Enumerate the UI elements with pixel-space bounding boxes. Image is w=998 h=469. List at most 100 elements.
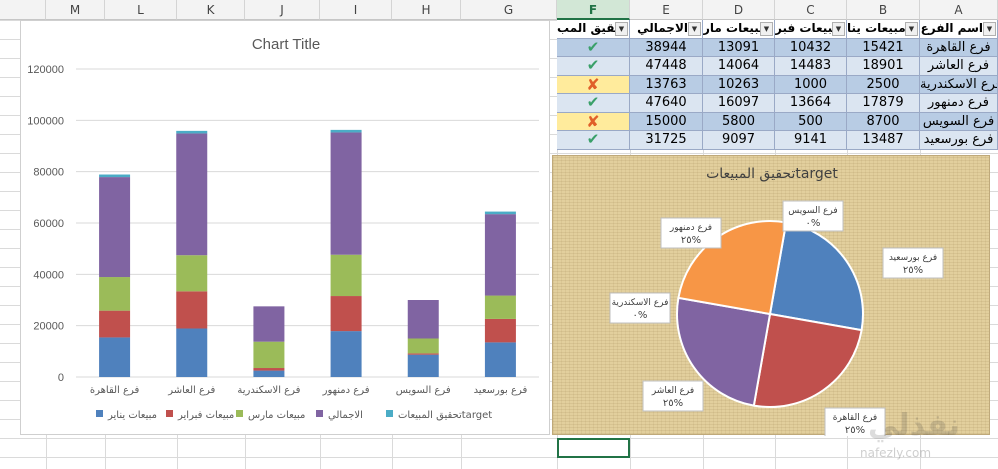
column-header-l[interactable]: L: [105, 0, 177, 20]
dropdown-arrow-icon[interactable]: ▼: [905, 22, 918, 36]
column-header-b[interactable]: B: [847, 0, 920, 20]
check-mark-icon: ✔: [586, 57, 600, 74]
february-cell[interactable]: 10432: [775, 38, 847, 57]
pie-label-name: فرع السويس: [788, 206, 837, 216]
bar-segment: [99, 177, 131, 278]
legend-swatch: [316, 410, 323, 417]
column-header-k[interactable]: K: [177, 0, 245, 20]
january-cell[interactable]: 17879: [847, 94, 920, 113]
pie-title: تحقيق المبيعاتtarget: [706, 166, 838, 182]
pie-label-value: ٠%: [806, 218, 821, 229]
corner-cell[interactable]: [0, 0, 46, 20]
table-header-cell[interactable]: الاجمالي ▼: [630, 20, 703, 39]
check-mark-icon: ✔: [586, 38, 600, 56]
branch-name-cell[interactable]: فرع القاهرة: [920, 38, 998, 57]
selected-cell[interactable]: [557, 438, 630, 458]
dropdown-arrow-icon[interactable]: ▼: [832, 22, 845, 36]
dropdown-arrow-icon[interactable]: ▼: [760, 22, 773, 36]
column-header-c[interactable]: C: [775, 0, 847, 20]
cross-mark-icon: ✘: [586, 75, 600, 94]
january-cell[interactable]: 15421: [847, 38, 920, 57]
january-cell[interactable]: 2500: [847, 75, 920, 94]
total-cell[interactable]: 15000: [630, 112, 703, 131]
column-header-f[interactable]: F: [557, 0, 630, 20]
bar-segment: [407, 300, 439, 339]
column-header-m[interactable]: M: [46, 0, 105, 20]
march-cell[interactable]: 14064: [703, 57, 775, 76]
march-cell[interactable]: 10263: [703, 75, 775, 94]
cross-mark-icon: ✘: [586, 112, 600, 131]
total-cell[interactable]: 13763: [630, 75, 703, 94]
bar-segment: [330, 296, 362, 332]
status-cell[interactable]: ✘: [557, 112, 630, 131]
march-cell[interactable]: 9097: [703, 131, 775, 150]
pie-chart-svg: تحقيق المبيعاتtargetفرع القاهرة٢٥%فرع ال…: [609, 166, 944, 439]
pie-label-value: ٢٥%: [663, 398, 683, 409]
pie-chart[interactable]: تحقيق المبيعاتtarget فرع القاهرة ٢٥% فرع ال…: [552, 155, 990, 439]
stacked-bar-chart[interactable]: Chart Title 0 20000 40000 60000 80000 100000 12…: [20, 20, 550, 435]
y-tick-label: 20000: [33, 321, 64, 333]
column-header-j[interactable]: J: [245, 0, 320, 20]
bar-segment: [407, 338, 439, 354]
february-cell[interactable]: 13664: [775, 94, 847, 113]
bar-segment: [176, 328, 208, 377]
branch-name-cell[interactable]: فرع العاشر: [920, 57, 998, 76]
march-cell[interactable]: 16097: [703, 94, 775, 113]
february-cell[interactable]: 9141: [775, 131, 847, 150]
branch-name-cell[interactable]: فرع بورسعيد: [920, 131, 998, 150]
chart-title: Chart Title: [252, 36, 320, 53]
bar-segment: [330, 129, 362, 133]
column-header-i[interactable]: I: [320, 0, 392, 20]
status-cell[interactable]: ✔: [557, 94, 630, 113]
dropdown-arrow-icon[interactable]: ▼: [983, 22, 996, 36]
column-header-h[interactable]: H: [392, 0, 461, 20]
february-cell[interactable]: 500: [775, 112, 847, 131]
total-cell[interactable]: 38944: [630, 38, 703, 57]
column-header-e[interactable]: E: [630, 0, 703, 20]
pie-label-value: ٢٥%: [903, 265, 923, 276]
y-tick-label: 60000: [33, 218, 64, 230]
total-cell[interactable]: 47640: [630, 94, 703, 113]
spreadsheet: MLKJIHGFEDCBA تحقيق المب ▼ الاجمالي ▼ مبيعات…: [0, 0, 998, 469]
table-header-cell[interactable]: تحقيق المب ▼: [557, 20, 630, 39]
legend-label: مبيعات فبراير: [177, 410, 234, 421]
bar-segment: [253, 341, 285, 369]
january-cell[interactable]: 8700: [847, 112, 920, 131]
january-cell[interactable]: 13487: [847, 131, 920, 150]
bar-segment: [484, 318, 516, 343]
table-header-cell[interactable]: مبيعات مار ▼: [703, 20, 775, 39]
status-cell[interactable]: ✔: [557, 57, 630, 76]
y-tick-label: 40000: [33, 269, 64, 281]
status-cell[interactable]: ✘: [557, 75, 630, 94]
pie-label-name: فرع دمنهور: [669, 223, 712, 233]
march-cell[interactable]: 5800: [703, 112, 775, 131]
february-cell[interactable]: 14483: [775, 57, 847, 76]
bar-segment: [330, 132, 362, 255]
january-cell[interactable]: 18901: [847, 57, 920, 76]
x-tick-label: فرع الاسكندرية: [237, 385, 300, 396]
branch-name-cell[interactable]: فرع السويس: [920, 112, 998, 131]
february-cell[interactable]: 1000: [775, 75, 847, 94]
column-header-g[interactable]: G: [461, 0, 557, 20]
table-header-cell[interactable]: مبيعات ينا ▼: [847, 20, 920, 39]
status-cell[interactable]: ✔: [557, 38, 630, 57]
column-header-a[interactable]: A: [920, 0, 998, 20]
watermark-logo: نفذلي: [868, 408, 960, 443]
branch-name-cell[interactable]: فرع دمنهور: [920, 94, 998, 113]
march-cell[interactable]: 13091: [703, 38, 775, 57]
bar-segment: [484, 342, 516, 377]
row-line: [0, 438, 998, 439]
total-cell[interactable]: 31725: [630, 131, 703, 150]
column-header-d[interactable]: D: [703, 0, 775, 20]
total-cell[interactable]: 47448: [630, 57, 703, 76]
bar-segment: [99, 174, 131, 178]
bar-segment: [176, 133, 208, 256]
pie-label-name: فرع العاشر: [651, 386, 694, 396]
table-header-cell[interactable]: مبيعات فبر ▼: [775, 20, 847, 39]
status-cell[interactable]: ✔: [557, 131, 630, 150]
dropdown-arrow-icon[interactable]: ▼: [615, 22, 628, 36]
dropdown-arrow-icon[interactable]: ▼: [688, 22, 701, 36]
branch-name-cell[interactable]: فرع الاسكندرية: [920, 75, 998, 94]
table-header-cell[interactable]: اسم الفرع ▼: [920, 20, 998, 39]
bar-segment: [330, 254, 362, 297]
